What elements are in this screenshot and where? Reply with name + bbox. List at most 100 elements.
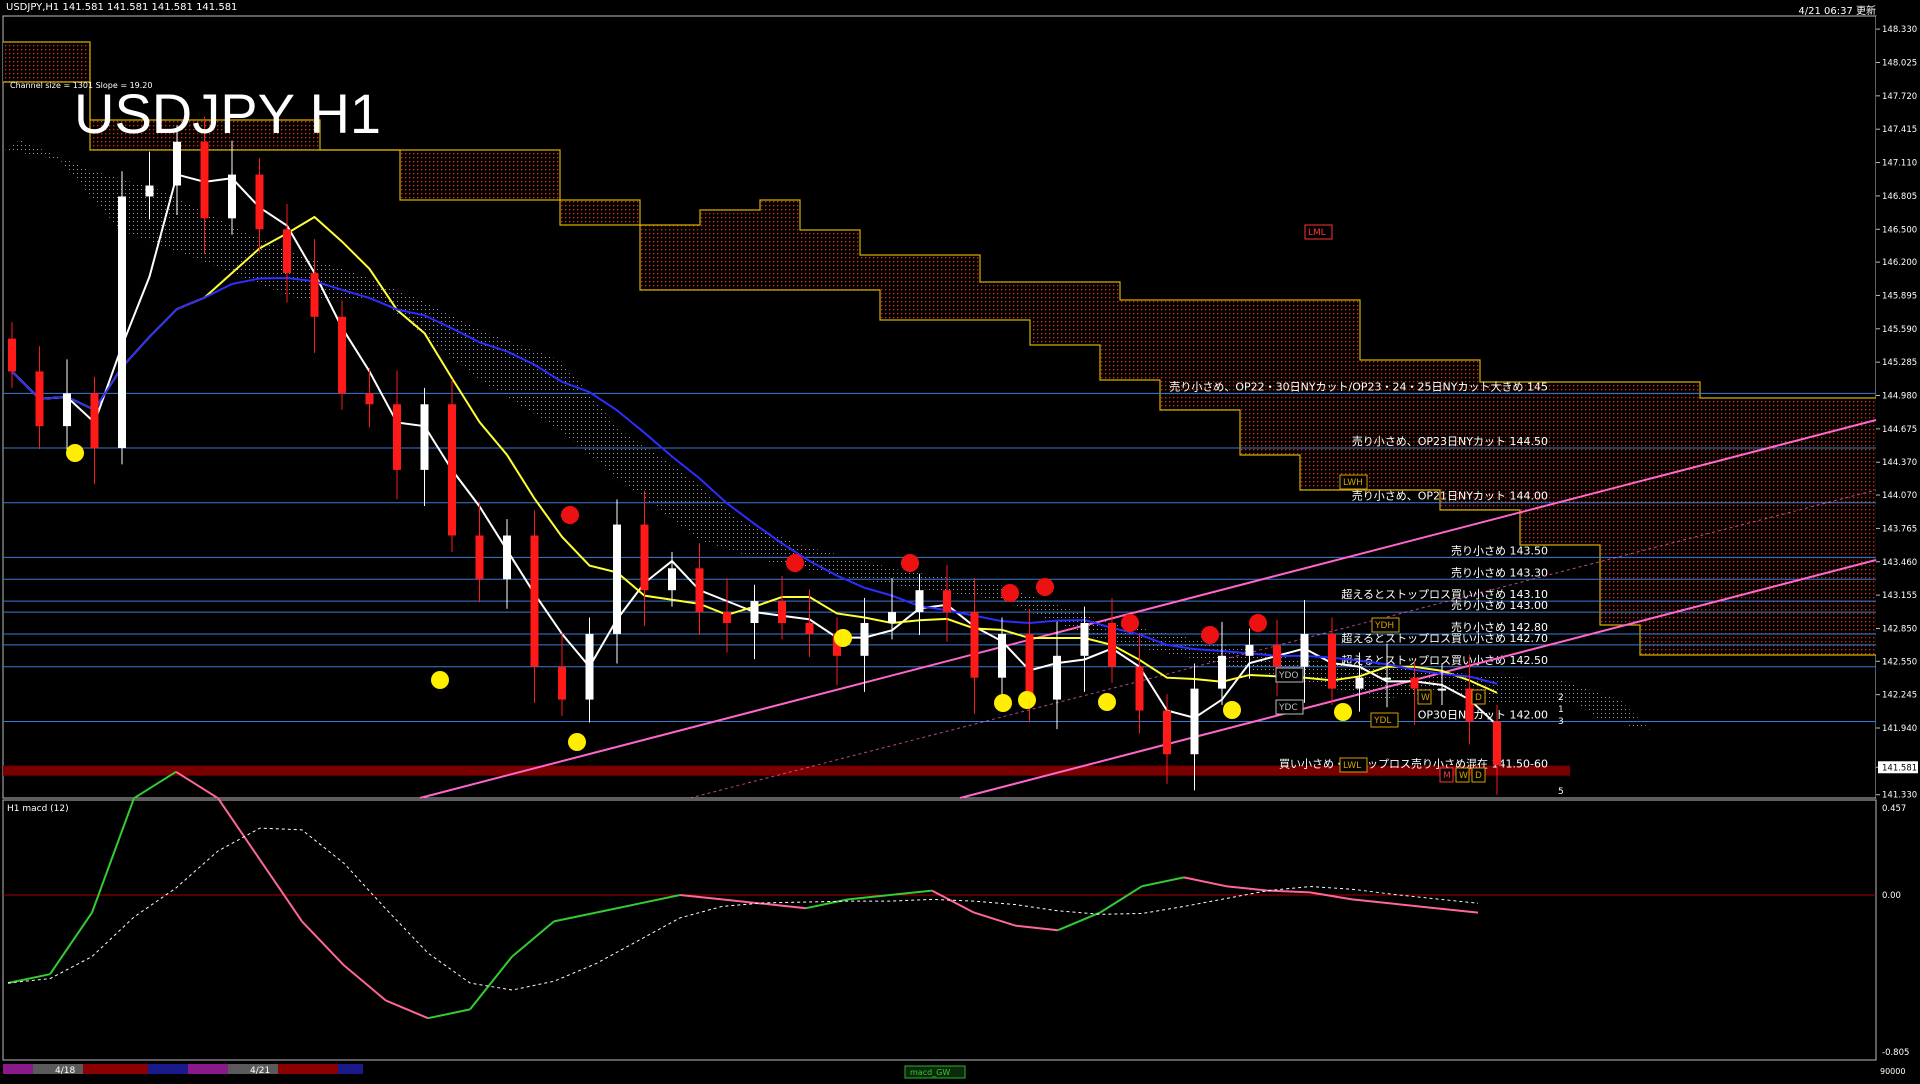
candle-body [1328, 633, 1336, 689]
macd-segment [49, 912, 93, 975]
macd-segment [301, 920, 345, 967]
candle-body [723, 612, 731, 624]
price-tick-label: 148.025 [1882, 58, 1917, 68]
candle-body [860, 623, 869, 656]
buy-signal-marker [431, 671, 449, 689]
signal-markers [66, 444, 1352, 751]
candle-body [1300, 633, 1309, 667]
sell-signal-marker [1001, 584, 1019, 602]
candle-body [145, 185, 154, 197]
candle-body [1163, 710, 1171, 755]
level-tag-label: W [1459, 771, 1468, 781]
candle-body [90, 393, 99, 449]
price-tick-label: 143.765 [1882, 524, 1917, 534]
candle-body [200, 141, 209, 219]
candle-body [805, 623, 814, 634]
buy-signal-marker [1223, 701, 1241, 719]
level-label: 売り小さめ、OP23日NYカット 144.50 [1352, 435, 1548, 448]
macd-tab-label[interactable]: macd_GW [910, 1068, 950, 1077]
macd-axis-label: -0.805 [1882, 1048, 1909, 1058]
level-label: 売り小さめ、OP22・30日NYカット/OP23・24・25日NYカット大きめ … [1169, 379, 1548, 393]
candle-body [530, 535, 539, 667]
macd-segment [637, 894, 681, 905]
candle-body [1108, 623, 1116, 667]
candle-body [1135, 666, 1144, 711]
buy-signal-marker [66, 444, 84, 462]
sell-signal-marker [901, 554, 919, 572]
macd-segment [343, 964, 387, 1002]
price-tick-label: 147.415 [1882, 125, 1917, 135]
level-tag-label: LML [1308, 228, 1326, 238]
macd-segment [931, 889, 975, 914]
date-label-2: 4/21 [250, 1066, 270, 1076]
level-label: 超えるとストップロス買い小さめ 142.70 [1341, 631, 1548, 645]
candle-body [888, 612, 896, 624]
macd-segment [1141, 876, 1185, 888]
macd-segment [805, 898, 849, 910]
sell-signal-marker [786, 554, 804, 572]
macd-signal-line [7, 827, 1479, 991]
macd-segment [1183, 876, 1227, 888]
sell-signal-marker [1121, 614, 1139, 632]
macd-segment [1351, 898, 1395, 905]
sell-signal-marker [1201, 626, 1219, 644]
macd-segment [385, 999, 429, 1020]
level-tag-label: D [1475, 771, 1482, 781]
candle-body [63, 393, 71, 427]
bottom-time-bar: 4/18 4/21 macd_GW 90000 [0, 1062, 1920, 1080]
candle-body [640, 524, 649, 591]
candle-body [750, 601, 759, 624]
level-label: 売り小さめ 143.30 [1451, 566, 1548, 579]
level-label: 超えるとストップロス買い小さめ 142.50 [1341, 653, 1548, 667]
candle-body [1218, 655, 1226, 689]
candle-body [1438, 688, 1446, 691]
level-label: OP30日NYカット 142.00 [1418, 708, 1548, 721]
price-tick-label: 145.285 [1882, 358, 1917, 368]
level-tag-label: YDH [1374, 621, 1394, 631]
price-tick-label: 141.330 [1882, 791, 1917, 801]
price-tick-label: 143.155 [1882, 591, 1917, 601]
indicator-label: H1 macd (12) [7, 804, 69, 814]
level-label: 売り小さめ 143.50 [1451, 544, 1548, 557]
channel-info: Channel size = 1301 Slope = 19.20 [10, 81, 152, 90]
price-tick-label: 146.805 [1882, 192, 1917, 202]
candle-body [1493, 721, 1501, 766]
price-tick-label: 145.895 [1882, 291, 1917, 301]
candle-body [1383, 677, 1391, 680]
price-tick-label: 141.940 [1882, 724, 1917, 734]
candle-body [255, 174, 264, 230]
level-tag-label: YDC [1278, 703, 1298, 713]
candle-body [1355, 677, 1364, 689]
chart-canvas[interactable]: 売り小さめ、OP22・30日NYカット/OP23・24・25日NYカット大きめ … [0, 0, 1920, 1080]
macd-segment [973, 911, 1017, 927]
candle-body [475, 535, 484, 580]
macd-segment [133, 770, 177, 800]
candle-body [943, 590, 951, 613]
time-segment [188, 1064, 228, 1074]
candle-body [503, 535, 511, 580]
big-title: USDJPY H1 [74, 82, 381, 145]
candle-body [283, 229, 291, 274]
sell-signal-marker [561, 506, 579, 524]
candle-body [8, 338, 16, 372]
level-label: 売り小さめ 143.00 [1451, 599, 1548, 612]
macd-segment [595, 902, 639, 914]
macd-segment [1393, 902, 1437, 910]
price-tick-label: 141.581 [1882, 763, 1917, 773]
update-timestamp: 4/21 06:37 更新 [1798, 6, 1876, 17]
candle-body [1410, 677, 1419, 689]
ichimoku-cloud [3, 41, 1876, 730]
macd-segment [217, 797, 261, 861]
macd-segment [553, 911, 597, 923]
macd-segment [763, 902, 807, 910]
candle-body [35, 371, 44, 427]
candle-body [1190, 688, 1199, 755]
level-tag-label: 3 [1558, 717, 1564, 727]
macd-segment [1435, 907, 1479, 914]
macd-segment [511, 920, 555, 958]
buy-signal-marker [1098, 693, 1116, 711]
macd-segment [1309, 891, 1353, 901]
buy-signal-marker [568, 733, 586, 751]
macd-segment [175, 770, 219, 800]
candle-body [558, 666, 566, 700]
